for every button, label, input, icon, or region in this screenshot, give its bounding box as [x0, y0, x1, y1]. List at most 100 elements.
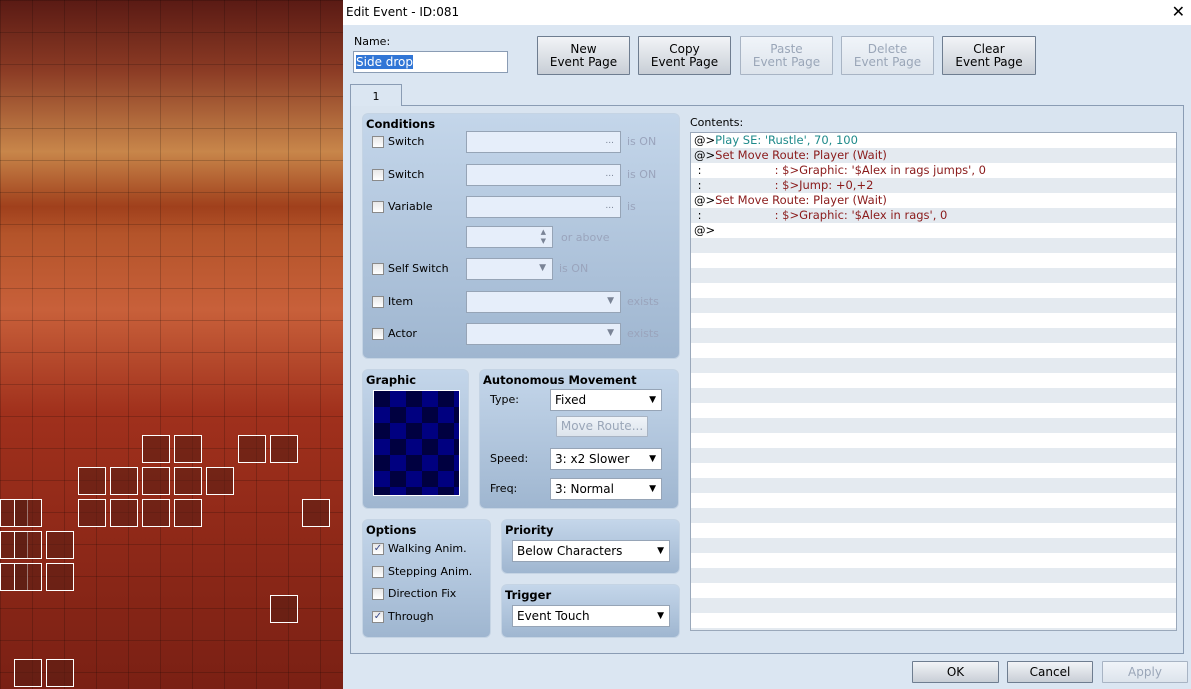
- trigger-select[interactable]: Event Touch ▼: [512, 605, 670, 627]
- switch2-field[interactable]: ...: [466, 164, 621, 186]
- empty-row[interactable]: [691, 508, 1176, 523]
- empty-row[interactable]: [691, 538, 1176, 553]
- command-row[interactable]: @>: [691, 223, 1176, 238]
- empty-row[interactable]: [691, 373, 1176, 388]
- variable-value-spinner[interactable]: ▲ ▼: [466, 226, 553, 248]
- empty-row[interactable]: [691, 283, 1176, 298]
- type-select[interactable]: Fixed ▼: [550, 389, 662, 411]
- option-label: Direction Fix: [388, 587, 457, 600]
- graphic-preview[interactable]: [373, 390, 460, 496]
- empty-row[interactable]: [691, 358, 1176, 373]
- item-checkbox[interactable]: [372, 296, 384, 308]
- actor-checkbox[interactable]: [372, 328, 384, 340]
- command-row[interactable]: @>Set Move Route: Player (Wait): [691, 148, 1176, 163]
- tab-page-1[interactable]: 1: [350, 84, 402, 106]
- empty-row[interactable]: [691, 598, 1176, 613]
- empty-row[interactable]: [691, 328, 1176, 343]
- empty-row[interactable]: [691, 433, 1176, 448]
- actor-field[interactable]: ▼: [466, 323, 621, 345]
- priority-value: Below Characters: [517, 544, 623, 558]
- command-prefix: :: [694, 178, 702, 192]
- command-prefix: @>: [694, 148, 716, 162]
- move-route-button[interactable]: Move Route...: [556, 416, 648, 437]
- command-row[interactable]: @>Play SE: 'Rustle', 70, 100: [691, 133, 1176, 148]
- freq-select[interactable]: 3: Normal ▼: [550, 478, 662, 500]
- ellipsis-icon: ...: [605, 169, 614, 179]
- empty-row[interactable]: [691, 493, 1176, 508]
- variable-field[interactable]: ...: [466, 196, 621, 218]
- empty-row[interactable]: [691, 448, 1176, 463]
- option-checkbox[interactable]: ✓: [372, 543, 384, 555]
- switch2-suffix: is ON: [627, 168, 657, 181]
- empty-row[interactable]: [691, 463, 1176, 478]
- priority-select[interactable]: Below Characters ▼: [512, 540, 670, 562]
- empty-row[interactable]: [691, 478, 1176, 493]
- command-row[interactable]: : : $>Graphic: '$Alex in rags jumps', 0: [691, 163, 1176, 178]
- item-field[interactable]: ▼: [466, 291, 621, 313]
- empty-row[interactable]: [691, 583, 1176, 598]
- paste-event-page-button[interactable]: Paste Event Page: [740, 36, 833, 75]
- empty-row[interactable]: [691, 568, 1176, 583]
- self_switch-checkbox[interactable]: [372, 263, 384, 275]
- cancel-button[interactable]: Cancel: [1007, 661, 1093, 683]
- map-tile: [110, 467, 138, 495]
- empty-row[interactable]: [691, 418, 1176, 433]
- command-row[interactable]: : : $>Graphic: '$Alex in rags', 0: [691, 208, 1176, 223]
- graphic-panel: Graphic: [362, 369, 469, 509]
- switch1-label: Switch: [388, 135, 425, 148]
- switch1-field[interactable]: ...: [466, 131, 621, 153]
- speed-select[interactable]: 3: x2 Slower ▼: [550, 448, 662, 470]
- empty-row[interactable]: [691, 523, 1176, 538]
- option-label: Through: [388, 609, 434, 623]
- contents-list[interactable]: @>Play SE: 'Rustle', 70, 100 @>Set Move R…: [690, 132, 1177, 631]
- self_switch-field[interactable]: ▼: [466, 258, 553, 280]
- option-checkbox[interactable]: ✓: [372, 610, 384, 623]
- command-prefix: @>: [694, 223, 716, 237]
- empty-row[interactable]: [691, 388, 1176, 403]
- empty-row[interactable]: [691, 553, 1176, 568]
- clear-event-page-button[interactable]: Clear Event Page: [942, 36, 1036, 75]
- option-checkbox[interactable]: [372, 588, 384, 600]
- self_switch-suffix: is ON: [559, 262, 589, 275]
- apply-button[interactable]: Apply: [1102, 661, 1188, 683]
- map-tile: [46, 659, 74, 687]
- chevron-down-icon: ▼: [607, 296, 614, 306]
- switch2-checkbox[interactable]: [372, 169, 384, 181]
- map-tile: [14, 659, 42, 687]
- switch1-checkbox[interactable]: [372, 136, 384, 148]
- map-canvas[interactable]: [0, 0, 343, 689]
- autonomous-movement-panel: Autonomous Movement Type: Fixed ▼ Move Ro…: [479, 369, 679, 509]
- ellipsis-icon: ...: [605, 136, 614, 146]
- map-tile: [142, 467, 170, 495]
- name-label: Name:: [354, 35, 391, 48]
- empty-row[interactable]: [691, 313, 1176, 328]
- option-label: Stepping Anim.: [388, 564, 473, 578]
- options-title: Options: [366, 523, 417, 537]
- empty-row[interactable]: [691, 238, 1176, 253]
- chevron-down-icon: ▼: [657, 546, 664, 556]
- spinner-arrows-icon: ▲ ▼: [540, 228, 546, 245]
- copy-event-page-button[interactable]: Copy Event Page: [638, 36, 731, 75]
- empty-row[interactable]: [691, 343, 1176, 358]
- name-input[interactable]: Side drop: [353, 51, 508, 73]
- empty-row[interactable]: [691, 628, 1176, 630]
- empty-row[interactable]: [691, 298, 1176, 313]
- ok-button[interactable]: OK: [912, 661, 999, 683]
- command-text: : $>Graphic: '$Alex in rags', 0: [701, 208, 948, 222]
- option-checkbox[interactable]: [372, 565, 384, 578]
- switch1-suffix: is ON: [627, 135, 657, 148]
- empty-row[interactable]: [691, 268, 1176, 283]
- variable-checkbox[interactable]: [372, 201, 384, 213]
- chevron-down-icon: ▼: [539, 263, 546, 273]
- close-icon[interactable]: ✕: [1172, 2, 1185, 21]
- command-row[interactable]: : : $>Jump: +0,+2: [691, 178, 1176, 193]
- empty-row[interactable]: [691, 613, 1176, 628]
- trigger-value: Event Touch: [517, 609, 590, 623]
- new-event-page-button[interactable]: New Event Page: [537, 36, 630, 75]
- chevron-down-icon: ▼: [607, 328, 614, 338]
- priority-title: Priority: [505, 523, 554, 537]
- empty-row[interactable]: [691, 403, 1176, 418]
- empty-row[interactable]: [691, 253, 1176, 268]
- command-row[interactable]: @>Set Move Route: Player (Wait): [691, 193, 1176, 208]
- delete-event-page-button[interactable]: Delete Event Page: [841, 36, 934, 75]
